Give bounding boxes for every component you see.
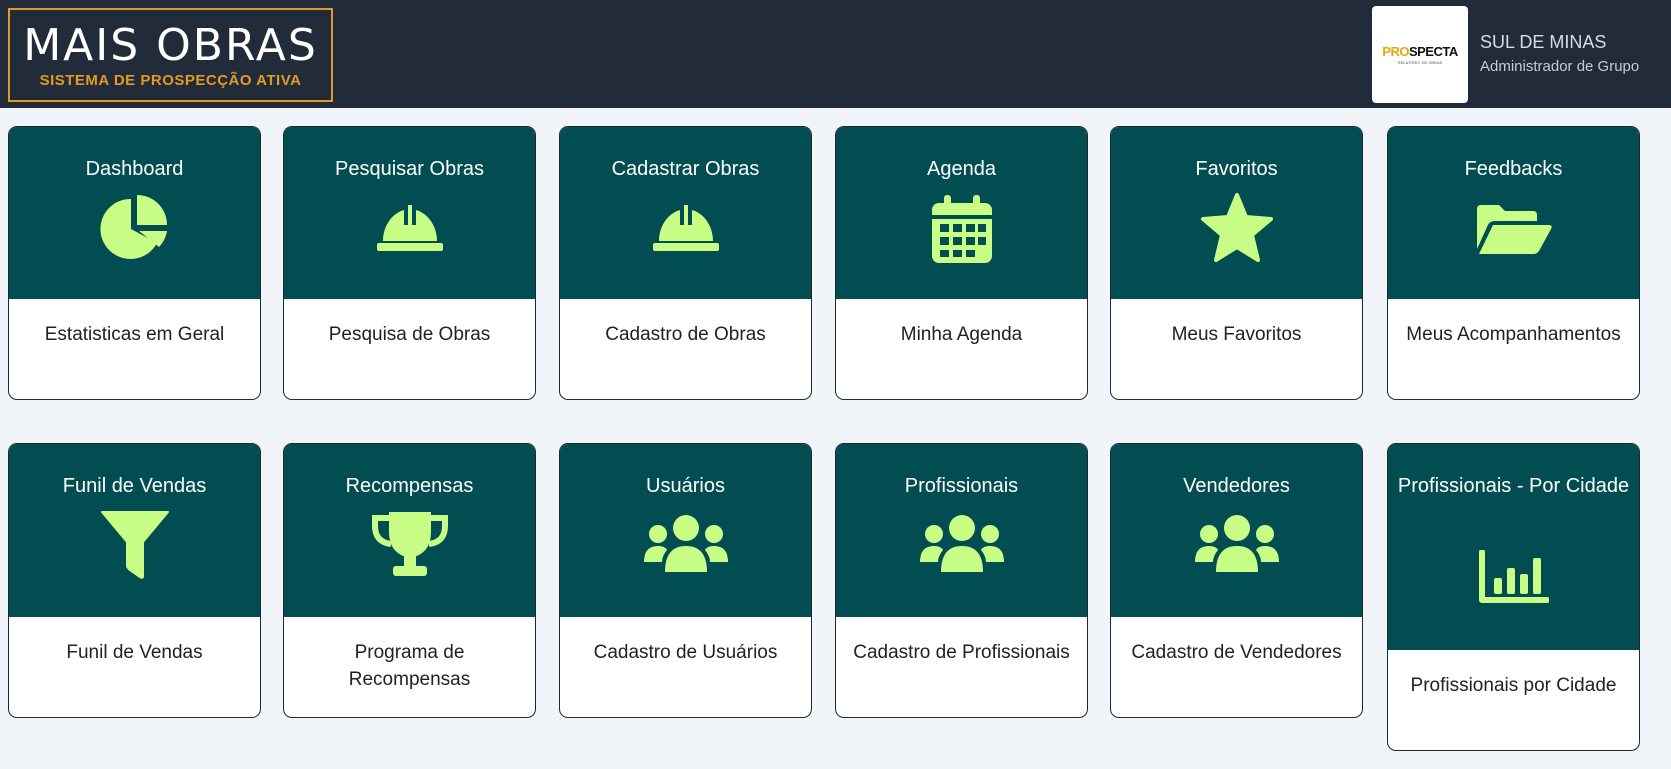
card-feedbacks[interactable]: Feedbacks Meus Acompanhamentos: [1387, 126, 1640, 400]
card-title: Profissionais: [904, 475, 1019, 497]
users-icon: [643, 514, 729, 574]
card-description: Programa de Recompensas: [348, 642, 471, 690]
card-title: Funil de Vendas: [62, 475, 207, 497]
card-description: Estatisticas em Geral: [44, 324, 225, 345]
card-title: Dashboard: [85, 158, 184, 180]
card-description: Profissionais por Cidade: [1410, 675, 1617, 696]
card-title: Agenda: [927, 158, 996, 180]
top-header: MAIS OBRAS SISTEMA DE PROSPECÇÃO ATIVA P…: [0, 0, 1671, 108]
hard-hat-icon: [375, 201, 445, 255]
bar-chart-icon: [1478, 550, 1549, 606]
card-description: Pesquisa de Obras: [328, 324, 491, 345]
card-pesquisar-obras[interactable]: Pesquisar Obras Pesquisa de Obras: [283, 126, 536, 400]
card-agenda[interactable]: Agenda Minha Agenda: [835, 126, 1088, 400]
card-description: Meus Acompanhamentos: [1406, 324, 1621, 345]
calendar-icon: [931, 193, 993, 265]
card-funil-de-vendas[interactable]: Funil de Vendas Funil de Vendas: [8, 443, 261, 718]
card-title: Recompensas: [345, 475, 474, 497]
card-title: Cadastrar Obras: [611, 158, 760, 180]
user-name[interactable]: SUL DE MINAS: [1480, 32, 1606, 53]
card-description: Cadastro de Obras: [605, 324, 766, 345]
pie-chart-icon: [99, 193, 171, 265]
card-favoritos[interactable]: Favoritos Meus Favoritos: [1110, 126, 1363, 400]
card-title: Favoritos: [1195, 158, 1278, 180]
card-vendedores[interactable]: Vendedores Cadastro de Vendedores: [1110, 443, 1363, 718]
filter-icon: [100, 510, 170, 580]
users-icon: [1194, 514, 1280, 574]
organization-logo: PROSPECTA RELATÓRIO DE OBRAS: [1372, 6, 1468, 103]
trophy-icon: [371, 510, 449, 578]
card-profissionais[interactable]: Profissionais Cadastro de Profissionais: [835, 443, 1088, 718]
brand-box[interactable]: MAIS OBRAS SISTEMA DE PROSPECÇÃO ATIVA: [8, 8, 333, 102]
card-description: Minha Agenda: [900, 324, 1023, 345]
logo-subtext: RELATÓRIO DE OBRAS: [1397, 60, 1443, 65]
card-title: Profissionais - Por Cidade: [1397, 475, 1630, 497]
users-icon: [919, 514, 1005, 574]
card-title: Vendedores: [1183, 475, 1290, 497]
card-recompensas[interactable]: Recompensas Programa de Recompensas: [283, 443, 536, 718]
brand-subtitle: SISTEMA DE PROSPECÇÃO ATIVA: [39, 72, 302, 89]
card-description: Cadastro de Vendedores: [1131, 642, 1342, 663]
brand-title: MAIS OBRAS: [23, 20, 318, 71]
card-description: Cadastro de Usuários: [593, 642, 778, 663]
card-description: Cadastro de Profissionais: [853, 642, 1070, 663]
card-cadastrar-obras[interactable]: Cadastrar Obras Cadastro de Obras: [559, 126, 812, 400]
card-title: Usuários: [646, 475, 725, 497]
card-title: Feedbacks: [1464, 158, 1563, 180]
folder-open-icon: [1475, 203, 1553, 255]
user-role: Administrador de Grupo: [1480, 58, 1640, 75]
star-icon: [1200, 193, 1273, 263]
card-dashboard[interactable]: Dashboard Estatisticas em Geral: [8, 126, 261, 400]
hard-hat-icon: [651, 201, 721, 255]
card-profissionais-por-cidade[interactable]: Profissionais - Por Cidade Profissionais…: [1387, 443, 1640, 751]
card-description: Funil de Vendas: [66, 642, 203, 663]
card-description: Meus Favoritos: [1171, 324, 1302, 345]
card-title: Pesquisar Obras: [335, 158, 484, 180]
logo-text: PROSPECTA: [1382, 44, 1458, 59]
card-usuarios[interactable]: Usuários Cadastro de Usuários: [559, 443, 812, 718]
